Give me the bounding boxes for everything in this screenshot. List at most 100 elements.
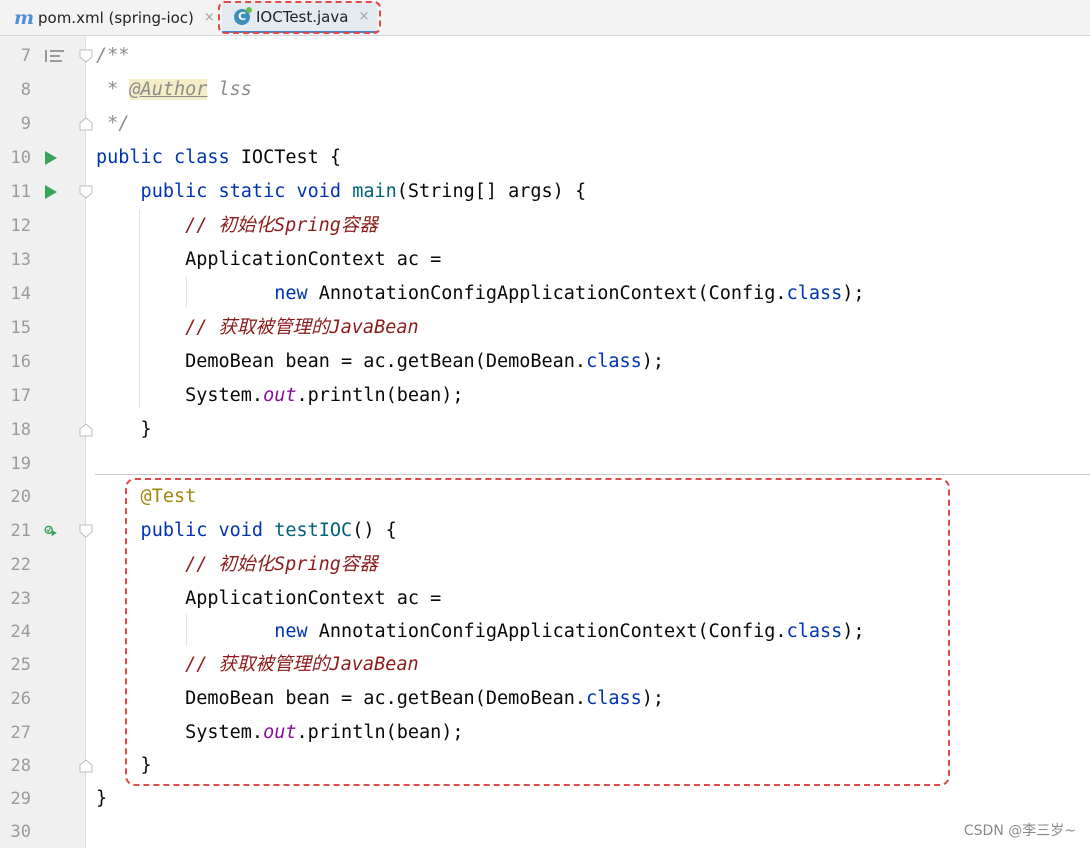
code-token: testIOC [274,520,353,541]
fold-open-icon[interactable] [79,175,93,209]
code-line: 13 ApplicationContext ac = [0,243,1090,277]
javadoc-render-icon[interactable] [44,39,66,73]
fold-open-icon[interactable] [79,39,93,73]
fold-open-icon[interactable] [79,514,93,548]
code-text: new AnnotationConfigApplicationContext(C… [96,615,864,649]
code-token: System. [96,385,264,406]
code-line: 14 new AnnotationConfigApplicationContex… [0,277,1090,311]
close-icon[interactable]: × [358,9,369,24]
code-line: 17 System.out.println(bean); [0,379,1090,413]
code-token: (String[] args) { [396,181,587,202]
tab-label: pom.xml (spring-ioc) [38,8,194,27]
line-number: 11 [10,182,31,202]
code-line: 16 DemoBean bean = ac.getBean(DemoBean.c… [0,345,1090,379]
code-token: IOCTest { [240,147,342,168]
line-number: 16 [10,352,31,372]
code-text: public void testIOC() { [96,514,397,548]
line-number: 10 [10,148,31,168]
code-text: * @Author lss [96,73,252,107]
tab-label: IOCTest.java [256,7,349,26]
code-token: lss [207,79,252,100]
code-token: class [786,621,843,642]
line-number: 23 [10,589,31,609]
code-text: /** [96,45,130,66]
code-line: 15 // 获取被管理的JavaBean [0,311,1090,345]
line-number: 18 [10,420,31,440]
code-token: AnnotationConfigApplicationContext(Confi… [318,621,787,642]
line-number: 19 [10,454,31,474]
code-text: */ [96,113,130,134]
code-line: 7 /** [0,39,1090,73]
code-text: public static void main(String[] args) { [96,175,587,209]
code-line: 19 [0,447,1090,481]
code-token: main [352,181,397,202]
run-icon[interactable] [44,141,58,175]
java-class-icon: C [234,6,252,25]
code-line: 28 } [0,749,1090,783]
code-text: } [96,788,108,809]
maven-icon: m [14,6,35,29]
code-line: 24 new AnnotationConfigApplicationContex… [0,615,1090,649]
fold-close-icon[interactable] [79,413,93,447]
line-number: 26 [10,689,31,709]
line-number: 9 [20,114,31,134]
code-line: 12 // 初始化Spring容器 [0,209,1090,243]
code-text: ApplicationContext ac = [96,588,442,609]
fold-close-icon[interactable] [79,107,93,141]
code-token: ); [641,688,665,709]
code-text: } [96,755,152,776]
code-line: 21 public void testIOC() { [0,514,1090,548]
run-icon[interactable] [44,175,58,209]
code-token: * [96,79,130,100]
code-line: 18 } [0,413,1090,447]
code-line: 8 * @Author lss [0,73,1090,107]
code-line: 27 System.out.println(bean); [0,716,1090,750]
editor-tab-bar: m pom.xml (spring-ioc) × C IOCTest.java … [0,0,1090,36]
run-test-icon[interactable] [44,514,58,548]
line-number: 27 [10,723,31,743]
fold-close-icon[interactable] [79,749,93,783]
line-number: 28 [10,756,31,776]
line-number: 8 [20,80,31,100]
code-text: } [96,419,152,440]
code-token: public void [96,520,275,541]
code-line: 29 } [0,782,1090,816]
line-number: 12 [10,216,31,236]
code-token: .println(bean); [296,722,464,743]
tab-pom-xml[interactable]: m pom.xml (spring-ioc) × [14,0,215,35]
code-line: 22 // 初始化Spring容器 [0,548,1090,582]
code-token: new [96,283,319,304]
line-number: 25 [10,655,31,675]
code-token: class [586,688,642,709]
line-number: 7 [20,46,31,66]
code-token: public static void [96,181,353,202]
close-icon[interactable]: × [204,10,215,25]
line-number: 14 [10,284,31,304]
line-number: 22 [10,555,31,575]
code-text: @Test [96,486,197,507]
code-token: () { [352,520,397,541]
code-token: .println(bean); [296,385,464,406]
line-number: 29 [10,789,31,809]
code-line: 11 public static void main(String[] args… [0,175,1090,209]
code-text: ApplicationContext ac = [96,249,442,270]
code-line: 25 // 获取被管理的JavaBean [0,648,1090,682]
code-line: 26 DemoBean bean = ac.getBean(DemoBean.c… [0,682,1090,716]
code-line: 20 @Test [0,480,1090,514]
code-line: 23 ApplicationContext ac = [0,582,1090,616]
code-token: class [586,351,642,372]
code-text: public class IOCTest { [96,141,341,175]
line-number: 24 [10,622,31,642]
tab-ioctest-java[interactable]: C IOCTest.java × [222,2,377,33]
code-token: DemoBean bean = ac.getBean(DemoBean. [96,351,587,372]
code-token: class [786,283,843,304]
code-text: DemoBean bean = ac.getBean(DemoBean.clas… [96,682,664,716]
watermark: CSDN @李三岁~ [963,823,1076,839]
code-line: 30 [0,815,1090,849]
code-text: System.out.println(bean); [96,716,464,750]
code-line: 10 public class IOCTest { [0,141,1090,175]
line-number: 20 [10,487,31,507]
code-text: DemoBean bean = ac.getBean(DemoBean.clas… [96,345,664,379]
line-number: 30 [10,822,31,842]
code-token: ); [842,283,865,304]
